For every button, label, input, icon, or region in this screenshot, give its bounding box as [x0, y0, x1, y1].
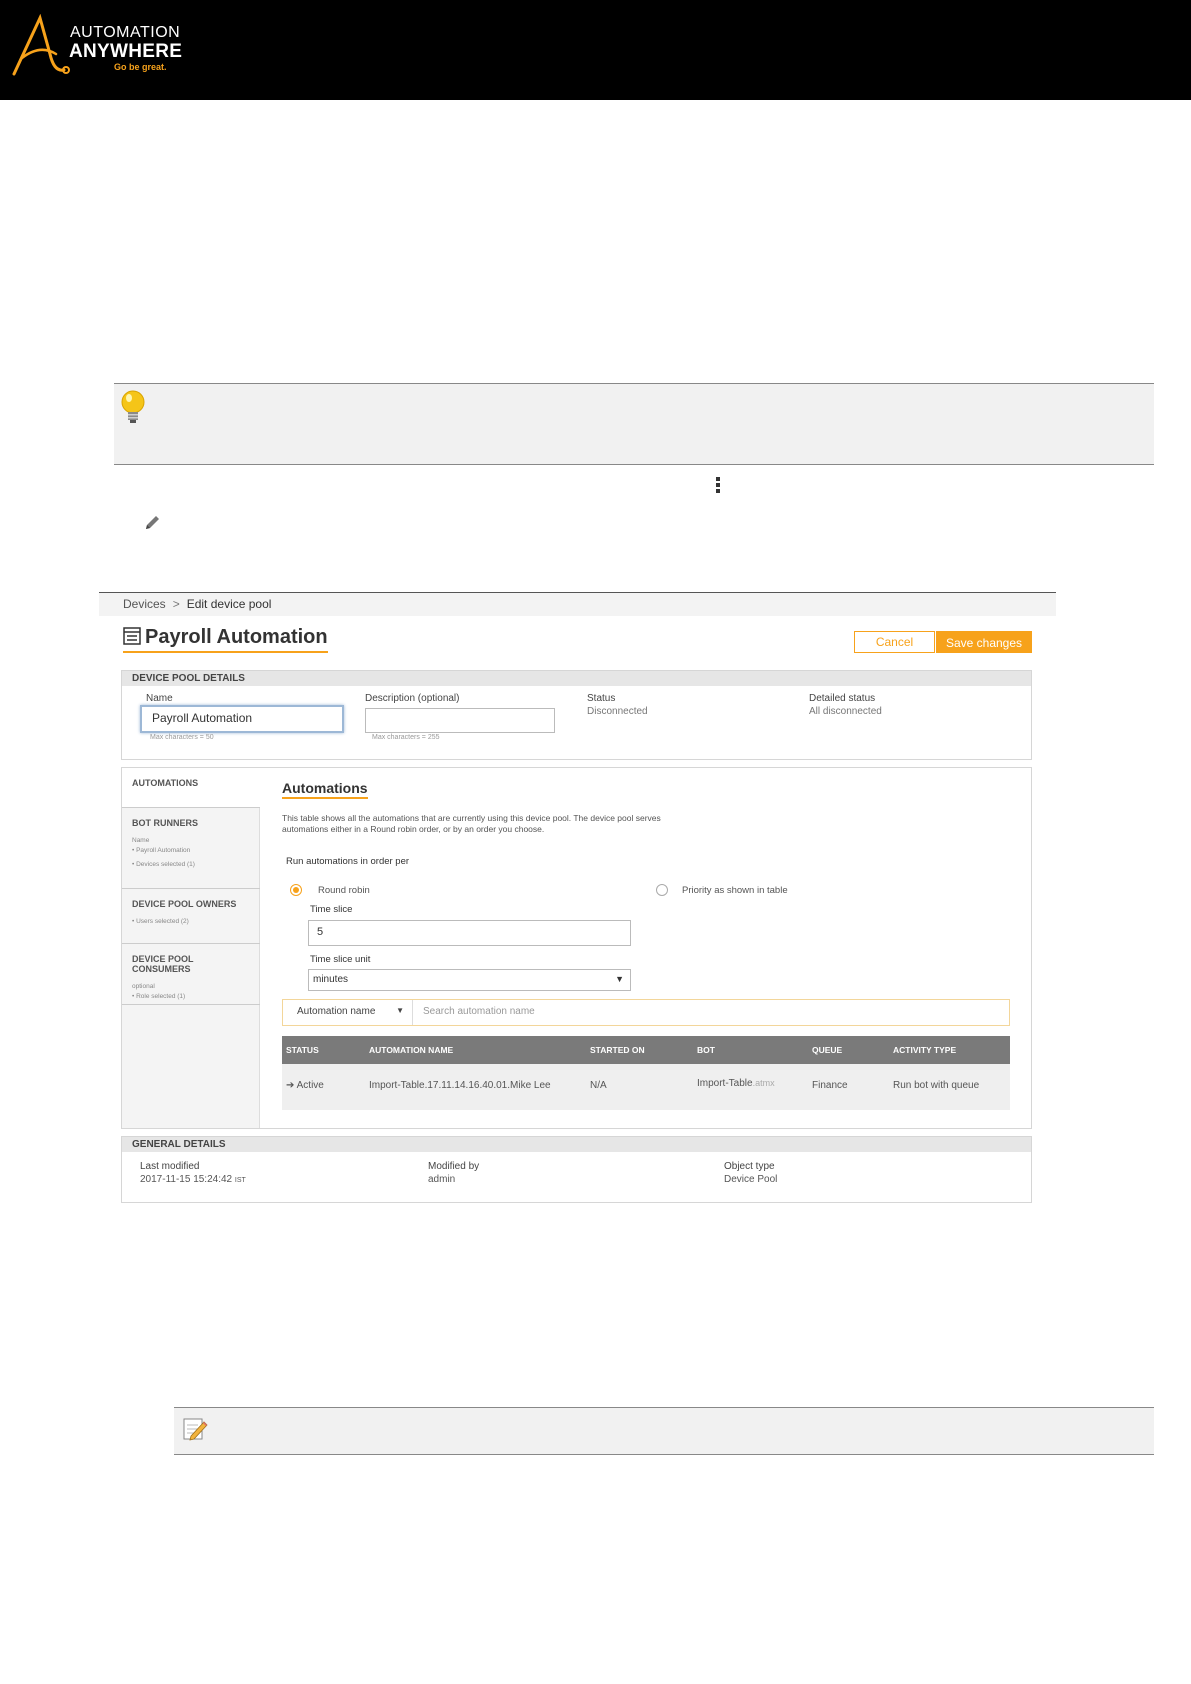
sidebar-subtext: Name — [132, 837, 150, 844]
brand-logo: AUTOMATION ANYWHERE Go be great. — [10, 14, 190, 78]
sidebar-item-bot-runners[interactable]: BOT RUNNERS Name • Payroll Automation • … — [122, 808, 260, 889]
table-header: STATUS AUTOMATION NAME STARTED ON BOT QU… — [282, 1036, 1010, 1064]
automations-description: This table shows all the automations tha… — [282, 813, 661, 834]
edit-device-pool-screen: Devices > Edit device pool Payroll Automat… — [99, 592, 1056, 1219]
lightbulb-icon — [121, 390, 145, 423]
breadcrumb-devices-link[interactable]: Devices — [123, 597, 166, 611]
sidebar-subtext: • Role selected (1) — [132, 992, 186, 1000]
bot-cell: Import-Table.atmx — [693, 1064, 808, 1110]
logo-a-icon — [12, 14, 70, 76]
timezone: IST — [234, 1177, 246, 1184]
header-bar: AUTOMATION ANYWHERE Go be great. — [0, 0, 1191, 100]
breadcrumb-separator: > — [172, 597, 180, 611]
sidebar-subtext: • Users selected (2) — [132, 918, 189, 925]
sidebar-item-automations[interactable]: AUTOMATIONS — [122, 768, 260, 808]
priority-radio[interactable] — [656, 884, 668, 896]
activity-type-cell: Run bot with queue — [893, 1080, 980, 1091]
device-pool-details-panel: DEVICE POOL DETAILS Name Payroll Automat… — [121, 670, 1032, 760]
chevron-down-icon: ▼ — [396, 1006, 404, 1015]
bot-name: Import-Table — [697, 1078, 753, 1089]
last-modified-date: 2017-11-15 15:24:42 — [140, 1174, 233, 1185]
pencil-icon — [146, 516, 159, 529]
column-header[interactable]: STATUS — [282, 1036, 365, 1064]
automation-search: Automation name ▼ Search automation name — [282, 999, 1010, 1026]
description-hint: Max characters = 255 — [372, 734, 440, 741]
queue-cell: Finance — [812, 1080, 848, 1091]
column-header[interactable]: STARTED ON — [586, 1036, 693, 1064]
automation-name-cell: Import-Table.17.11.14.16.40.01.Mike Lee — [369, 1080, 551, 1091]
last-modified-value: 2017-11-15 15:24:42 IST — [140, 1174, 246, 1185]
time-slice-label: Time slice — [310, 904, 353, 915]
modified-by-label: Modified by — [428, 1161, 480, 1172]
column-header[interactable]: QUEUE — [808, 1036, 889, 1064]
column-header[interactable]: AUTOMATION NAME — [365, 1036, 586, 1064]
brand-line2: ANYWHERE — [69, 41, 183, 62]
save-changes-button[interactable]: Save changes — [936, 631, 1032, 653]
status-text: Active — [296, 1080, 324, 1091]
tip-box — [114, 383, 1154, 465]
started-on-cell: N/A — [590, 1080, 607, 1091]
description-label: Description (optional) — [365, 693, 460, 704]
sidebar-item-label: DEVICE POOL CONSUMERS — [132, 954, 194, 974]
device-pool-icon — [123, 627, 141, 645]
description-input[interactable] — [365, 708, 555, 733]
kebab-menu-icon — [714, 477, 722, 497]
note-pencil-icon — [183, 1418, 208, 1441]
run-order-label: Run automations in order per — [286, 856, 410, 867]
sidebar-subtext: • Devices selected (1) — [132, 861, 195, 868]
name-hint: Max characters = 50 — [150, 734, 214, 741]
modified-by-value: admin — [428, 1174, 456, 1185]
status-label: Status — [587, 693, 616, 704]
sidebar-item-label: AUTOMATIONS — [132, 778, 199, 788]
automations-table: STATUS AUTOMATION NAME STARTED ON BOT QU… — [282, 1036, 1010, 1110]
automations-panel: AUTOMATIONS BOT RUNNERS Name • Payroll A… — [121, 767, 1032, 1129]
object-type-value: Device Pool — [724, 1174, 778, 1185]
column-header[interactable]: ACTIVITY TYPE — [889, 1036, 1010, 1064]
status-cell: ➔ Active — [282, 1064, 365, 1110]
time-slice-unit-value: minutes — [313, 974, 349, 985]
note-box — [174, 1407, 1154, 1455]
detailed-status-label: Detailed status — [809, 693, 876, 704]
object-type-label: Object type — [724, 1161, 775, 1172]
sidebar: AUTOMATIONS BOT RUNNERS Name • Payroll A… — [122, 768, 270, 1128]
general-details-heading: GENERAL DETAILS — [122, 1137, 1031, 1152]
priority-label: Priority as shown in table — [682, 885, 788, 896]
search-filter-value: Automation name — [297, 1006, 376, 1017]
status-value: Disconnected — [587, 706, 648, 717]
bot-extension: .atmx — [752, 1078, 775, 1088]
cancel-button[interactable]: Cancel — [854, 631, 935, 653]
breadcrumb: Devices > Edit device pool — [99, 592, 1056, 616]
sidebar-item-consumers[interactable]: DEVICE POOL CONSUMERS optional • Role se… — [122, 944, 260, 1005]
search-input[interactable]: Search automation name — [423, 1006, 535, 1017]
time-slice-unit-label: Time slice unit — [310, 954, 371, 965]
name-input[interactable]: Payroll Automation — [140, 705, 344, 733]
name-label: Name — [146, 693, 173, 704]
detailed-status-value: All disconnected — [809, 706, 882, 717]
brand-tagline: Go be great. — [114, 62, 167, 72]
last-modified-label: Last modified — [140, 1161, 200, 1172]
chevron-down-icon: ▼ — [615, 974, 624, 984]
round-robin-radio[interactable] — [290, 884, 302, 896]
device-pool-details-heading: DEVICE POOL DETAILS — [122, 671, 1031, 686]
column-header[interactable]: BOT — [693, 1036, 808, 1064]
table-row[interactable]: ➔ Active Import-Table.17.11.14.16.40.01.… — [282, 1064, 1010, 1110]
automations-title: Automations — [282, 780, 368, 799]
round-robin-label: Round robin — [318, 885, 370, 896]
sidebar-subtext: optional — [132, 983, 155, 990]
sidebar-subtext: • Payroll Automation — [132, 846, 191, 854]
general-details-panel: GENERAL DETAILS Last modified 2017-11-15… — [121, 1136, 1032, 1203]
time-slice-input[interactable]: 5 — [308, 920, 631, 946]
breadcrumb-current: Edit device pool — [186, 597, 272, 611]
arrow-right-icon: ➔ — [286, 1080, 295, 1091]
sidebar-item-owners[interactable]: DEVICE POOL OWNERS • Users selected (2) — [122, 889, 260, 944]
brand-line1: AUTOMATION — [70, 24, 181, 41]
search-filter-dropdown[interactable]: Automation name ▼ — [283, 1000, 413, 1025]
automations-main: Automations This table shows all the aut… — [260, 768, 1031, 1128]
page-title-text: Payroll Automation — [145, 626, 328, 648]
sidebar-item-label: DEVICE POOL OWNERS — [132, 899, 237, 909]
time-slice-unit-select[interactable]: minutes ▼ — [308, 969, 631, 991]
sidebar-item-label: BOT RUNNERS — [132, 818, 199, 828]
page-title: Payroll Automation — [123, 626, 328, 653]
